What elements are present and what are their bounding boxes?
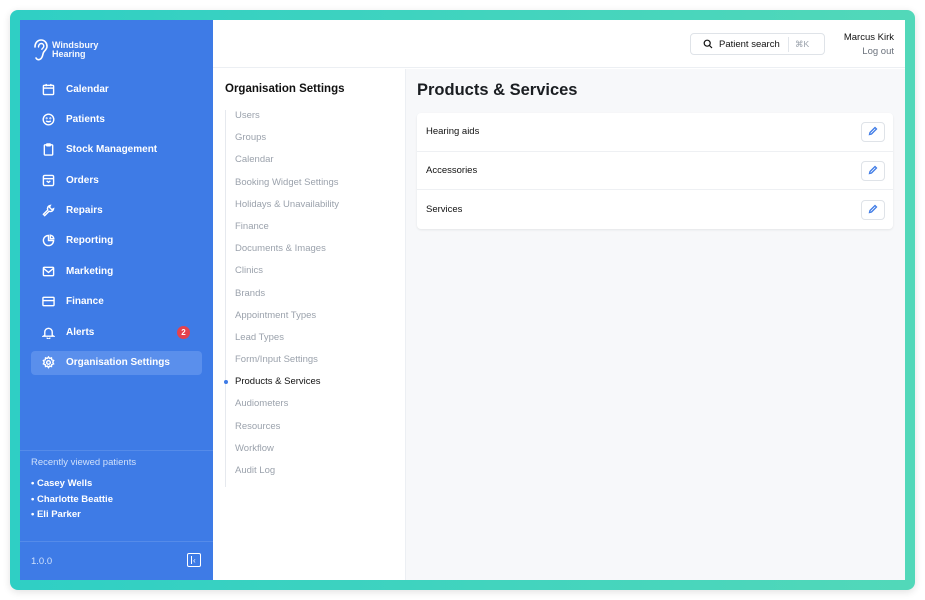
settings-list: Users Groups Calendar Booking Widget Set…: [223, 110, 405, 488]
settings-item-groups[interactable]: Groups: [235, 132, 405, 154]
nav-item-reporting[interactable]: Reporting: [31, 229, 202, 253]
nav-label: Calendar: [66, 83, 109, 95]
settings-item-holidays[interactable]: Holidays & Unavailability: [235, 199, 405, 221]
main-nav: Calendar Patients Stock Management Order…: [20, 77, 213, 375]
recently-viewed-patients: Recently viewed patients • Casey Wells •…: [31, 457, 206, 525]
list-item: Hearing aids: [417, 113, 893, 152]
edit-button[interactable]: [861, 199, 885, 220]
main-area: Patient search ⌘K Marcus Kirk Log out Or…: [213, 20, 905, 580]
nav-label: Patients: [66, 113, 105, 125]
nav-item-patients[interactable]: Patients: [31, 107, 202, 131]
nav-label: Organisation Settings: [66, 357, 170, 369]
settings-item-form-input[interactable]: Form/Input Settings: [235, 354, 405, 376]
box-icon: [40, 172, 56, 188]
nav-item-orders[interactable]: Orders: [31, 168, 202, 192]
wrench-icon: [40, 203, 56, 219]
pencil-icon: [868, 123, 878, 141]
app-version: 1.0.0: [31, 556, 53, 567]
settings-item-brands[interactable]: Brands: [235, 288, 405, 310]
list-item: Accessories: [417, 152, 893, 191]
collapse-sidebar-icon[interactable]: ‹: [187, 553, 201, 567]
settings-item-clinics[interactable]: Clinics: [235, 265, 405, 287]
settings-item-calendar[interactable]: Calendar: [235, 154, 405, 176]
nav-label: Reporting: [66, 235, 114, 247]
settings-item-products-services[interactable]: Products & Services: [223, 376, 405, 398]
settings-item-workflow[interactable]: Workflow: [235, 443, 405, 465]
settings-item-audiometers[interactable]: Audiometers: [235, 398, 405, 420]
pencil-icon: [868, 201, 878, 219]
top-bar: Patient search ⌘K Marcus Kirk Log out: [213, 20, 905, 68]
nav-item-repairs[interactable]: Repairs: [31, 199, 202, 223]
recent-patient-link[interactable]: • Casey Wells: [31, 478, 206, 489]
pie-chart-icon: [40, 233, 56, 249]
user-name: Marcus Kirk: [843, 32, 894, 43]
nav-item-finance[interactable]: Finance: [31, 290, 202, 314]
user-menu: Marcus Kirk Log out: [844, 32, 894, 57]
bell-icon: [40, 324, 56, 340]
brand-line-2: Hearing: [52, 48, 86, 59]
nav-item-calendar[interactable]: Calendar: [31, 77, 202, 101]
logout-link[interactable]: Log out: [844, 46, 894, 57]
search-label: Patient search: [719, 38, 780, 50]
recent-patient-link[interactable]: • Eli Parker: [31, 509, 206, 520]
recent-patient-link[interactable]: • Charlotte Beattie: [31, 494, 206, 505]
settings-item-appointment-types[interactable]: Appointment Types: [235, 310, 405, 332]
mail-icon: [40, 263, 56, 279]
nav-label: Orders: [66, 174, 99, 186]
category-label: Services: [426, 204, 463, 216]
clipboard-icon: [40, 142, 56, 158]
nav-item-stock-management[interactable]: Stock Management: [31, 138, 202, 162]
recent-title: Recently viewed patients: [31, 457, 137, 468]
nav-label: Repairs: [66, 205, 103, 217]
brand-logo[interactable]: Windsbury Hearing: [20, 20, 213, 68]
settings-item-audit-log[interactable]: Audit Log: [235, 465, 405, 487]
calendar-icon: [40, 81, 56, 97]
nav-item-marketing[interactable]: Marketing: [31, 259, 202, 283]
settings-nav: Organisation Settings Users Groups Calen…: [213, 69, 406, 580]
credit-card-icon: [40, 294, 56, 310]
product-category-list: Hearing aids Accessories Services: [417, 113, 893, 230]
nav-label: Alerts: [66, 326, 95, 338]
search-icon: [703, 39, 713, 49]
settings-title: Organisation Settings: [225, 83, 345, 95]
nav-label: Finance: [66, 296, 104, 308]
gear-icon: [40, 355, 56, 371]
content: Organisation Settings Users Groups Calen…: [213, 69, 905, 580]
products-services-panel: Products & Services Hearing aids Accesso…: [406, 69, 905, 580]
alerts-count-badge: 2: [177, 326, 190, 340]
nav-label: Marketing: [66, 265, 114, 277]
settings-item-users[interactable]: Users: [235, 110, 405, 132]
settings-item-lead-types[interactable]: Lead Types: [235, 332, 405, 354]
ear-logo-icon: [31, 38, 49, 62]
patient-search-button[interactable]: Patient search ⌘K: [690, 33, 825, 55]
edit-button[interactable]: [861, 121, 885, 142]
edit-button[interactable]: [861, 160, 885, 181]
settings-item-resources[interactable]: Resources: [235, 421, 405, 443]
category-label: Hearing aids: [426, 126, 480, 138]
settings-item-documents[interactable]: Documents & Images: [235, 243, 405, 265]
settings-item-finance[interactable]: Finance: [235, 221, 405, 243]
smile-icon: [40, 111, 56, 127]
category-label: Accessories: [426, 165, 478, 177]
page-title: Products & Services: [417, 81, 578, 99]
brand-name: Windsbury Hearing: [52, 40, 98, 59]
divider: [20, 450, 213, 451]
settings-item-booking-widget[interactable]: Booking Widget Settings: [235, 177, 405, 199]
keyboard-shortcut: ⌘K: [795, 39, 810, 49]
nav-item-organisation-settings[interactable]: Organisation Settings: [31, 350, 202, 375]
nav-label: Stock Management: [66, 144, 158, 156]
sidebar: Windsbury Hearing Calendar Patients Stoc…: [20, 20, 213, 580]
divider: [20, 541, 213, 542]
nav-item-alerts[interactable]: Alerts 2: [31, 320, 202, 344]
list-item: Services: [417, 190, 893, 229]
app-window: Windsbury Hearing Calendar Patients Stoc…: [20, 20, 905, 580]
pencil-icon: [868, 162, 878, 180]
